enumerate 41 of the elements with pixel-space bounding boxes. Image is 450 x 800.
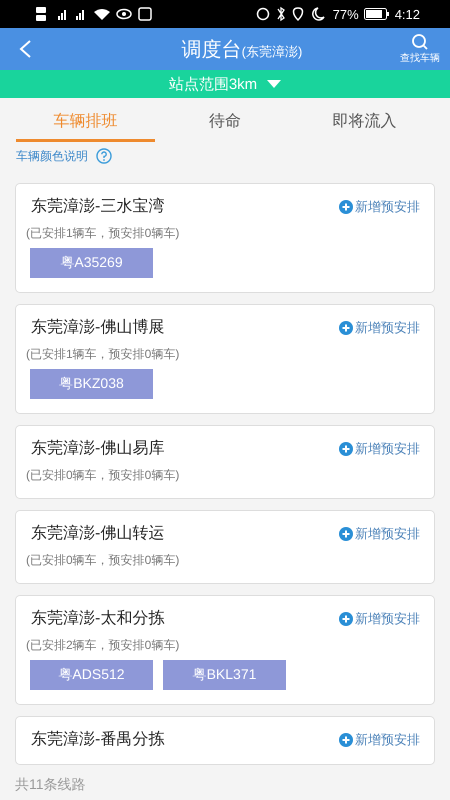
route-name: 东莞漳澎-佛山易库 — [31, 438, 164, 459]
plus-circle-icon — [339, 732, 353, 746]
add-schedule-link[interactable]: 新增预安排 — [339, 524, 420, 542]
clock: 4:12 — [394, 6, 420, 22]
route-summary: (已安排2辆车，预安排0辆车) — [26, 637, 180, 654]
color-legend-link[interactable]: 车辆颜色说明 — [16, 148, 112, 164]
page-subtitle: (东莞漳澎) — [242, 42, 302, 60]
route-summary: (已安排1辆车，预安排0辆车) — [26, 225, 180, 242]
plus-circle-icon — [339, 442, 353, 456]
vehicle-plate[interactable]: 粤ADS512 — [30, 660, 153, 690]
battery-percent: 77% — [332, 6, 359, 22]
plus-circle-icon — [339, 320, 353, 334]
plus-circle-icon — [339, 526, 353, 540]
route-count: 共11条线路 — [15, 776, 86, 794]
plus-circle-icon — [339, 200, 353, 214]
add-schedule-link[interactable]: 新增预安排 — [339, 730, 420, 748]
route-name: 东莞漳澎-太和分拣 — [31, 608, 164, 629]
route-name: 东莞漳澎-三水宝湾 — [31, 196, 164, 217]
vehicle-plate[interactable]: 粤BKZ038 — [30, 369, 153, 399]
route-summary: (已安排0辆车，预安排0辆车) — [26, 467, 180, 484]
tab[interactable]: 车辆排班 — [16, 98, 156, 142]
add-schedule-link[interactable]: 新增预安排 — [339, 198, 420, 216]
tab[interactable]: 待命 — [155, 98, 295, 142]
battery-icon — [364, 8, 390, 20]
plus-circle-icon — [339, 612, 353, 626]
route-name: 东莞漳澎-佛山博展 — [31, 318, 164, 338]
tab[interactable]: 即将流入 — [294, 98, 434, 142]
help-icon — [96, 148, 112, 164]
route-summary: (已安排0辆车，预安排0辆车) — [26, 552, 180, 569]
add-schedule-link[interactable]: 新增预安排 — [339, 610, 420, 628]
search-icon — [410, 33, 429, 51]
vehicle-plate[interactable]: 粤BKL371 — [163, 660, 286, 690]
route-name: 东莞漳澎-佛山转运 — [31, 524, 164, 544]
vehicle-plate[interactable]: 粤A35269 — [30, 248, 153, 278]
route-name: 东莞漳澎-番禺分拣 — [31, 730, 164, 750]
find-vehicle-button[interactable]: 查找车辆 — [396, 31, 444, 67]
add-schedule-link[interactable]: 新增预安排 — [339, 440, 420, 458]
add-schedule-link[interactable]: 新增预安排 — [339, 318, 420, 336]
dropdown-caret-icon — [267, 80, 282, 88]
page-title: 调度台 — [182, 38, 242, 62]
route-summary: (已安排1辆车，预安排0辆车) — [26, 346, 180, 363]
